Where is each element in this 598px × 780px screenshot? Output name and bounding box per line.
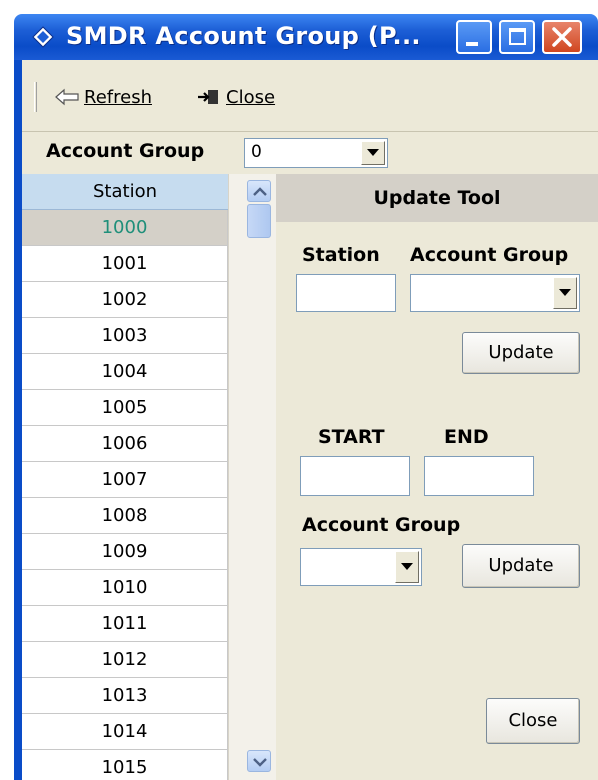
- start-input[interactable]: [300, 456, 410, 496]
- toolbar-grip[interactable]: [34, 82, 37, 112]
- account-group-select[interactable]: 0: [244, 138, 388, 168]
- title-bar[interactable]: SMDR Account Group (P...: [14, 14, 598, 60]
- station-row[interactable]: 1005: [22, 390, 228, 426]
- vertical-scrollbar[interactable]: [228, 174, 276, 780]
- update-station-button[interactable]: Update: [462, 332, 580, 374]
- account-group-value: 0: [251, 142, 262, 162]
- maximize-icon: [509, 28, 526, 45]
- close-window-button[interactable]: [542, 20, 582, 54]
- station-list[interactable]: Station 1000 1001 1002 1003 1004 1005 1006 1007…: [22, 174, 228, 780]
- station-row[interactable]: 1001: [22, 246, 228, 282]
- chevron-down-icon: [559, 289, 571, 296]
- end-input[interactable]: [424, 456, 534, 496]
- station-input[interactable]: [296, 274, 396, 312]
- station-row[interactable]: 1015: [22, 750, 228, 780]
- exit-door-icon: [198, 90, 218, 104]
- chevron-down-icon: [367, 149, 379, 156]
- toolbar: Refresh Close: [22, 60, 598, 132]
- update-range-button[interactable]: Update: [462, 544, 580, 588]
- scroll-thumb[interactable]: [247, 204, 271, 238]
- close-label: Close: [226, 86, 276, 108]
- chevron-down-icon: [401, 563, 413, 570]
- diamond-app-icon: [32, 26, 54, 48]
- station-column-header[interactable]: Station: [22, 174, 228, 210]
- refresh-button[interactable]: Refresh: [54, 82, 152, 112]
- station-row[interactable]: 1000: [22, 210, 228, 246]
- update-tool-panel: Update Tool Station Account Group Update…: [276, 174, 598, 780]
- dropdown-button[interactable]: [361, 141, 385, 165]
- account-group-label: Account Group: [46, 140, 205, 162]
- station-row[interactable]: 1003: [22, 318, 228, 354]
- account-group-select-single[interactable]: [410, 274, 580, 312]
- update-tool-title: Update Tool: [276, 174, 598, 222]
- arrow-left-icon: [55, 88, 79, 106]
- account-group-label-range: Account Group: [302, 514, 461, 536]
- minimize-button[interactable]: [456, 20, 492, 54]
- maximize-button[interactable]: [499, 20, 535, 54]
- station-row[interactable]: 1008: [22, 498, 228, 534]
- window-title: SMDR Account Group (P...: [66, 22, 421, 50]
- toolbar-close-button[interactable]: Close: [196, 82, 275, 112]
- station-row[interactable]: 1002: [22, 282, 228, 318]
- end-label: END: [444, 426, 489, 448]
- close-dialog-button[interactable]: Close: [486, 698, 580, 744]
- account-group-filter: Account Group 0: [22, 132, 598, 174]
- close-icon: [552, 27, 572, 47]
- station-label: Station: [302, 244, 380, 266]
- chevron-down-icon: [253, 758, 267, 767]
- dropdown-button[interactable]: [553, 277, 577, 309]
- station-row[interactable]: 1004: [22, 354, 228, 390]
- station-row[interactable]: 1007: [22, 462, 228, 498]
- station-row[interactable]: 1013: [22, 678, 228, 714]
- station-row[interactable]: 1010: [22, 570, 228, 606]
- account-group-select-range[interactable]: [300, 548, 422, 586]
- refresh-label: Refresh: [84, 86, 152, 108]
- station-row[interactable]: 1014: [22, 714, 228, 750]
- station-row[interactable]: 1012: [22, 642, 228, 678]
- chevron-up-icon: [253, 187, 267, 196]
- scroll-up-button[interactable]: [247, 180, 271, 202]
- scroll-down-button[interactable]: [247, 750, 271, 772]
- station-row[interactable]: 1006: [22, 426, 228, 462]
- station-rows: 1000 1001 1002 1003 1004 1005 1006 1007 1008 1009…: [22, 210, 228, 780]
- minimize-icon: [466, 42, 478, 46]
- dropdown-button[interactable]: [395, 551, 419, 583]
- station-row[interactable]: 1009: [22, 534, 228, 570]
- station-row[interactable]: 1011: [22, 606, 228, 642]
- start-label: START: [318, 426, 385, 448]
- window-frame: [14, 60, 22, 780]
- account-group-label-single: Account Group: [410, 244, 569, 266]
